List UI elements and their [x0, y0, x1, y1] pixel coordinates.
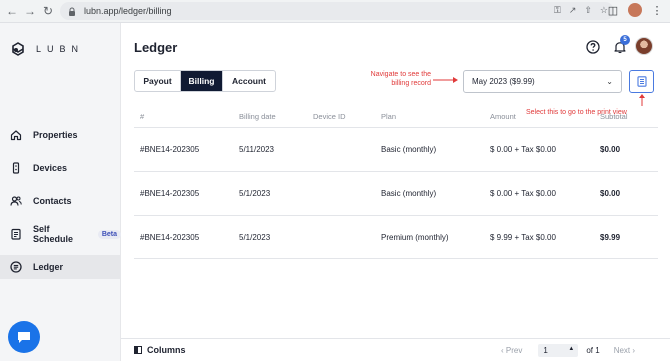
ledger-icon [9, 260, 23, 274]
cell-subtotal: $9.99 [600, 233, 621, 242]
column-header[interactable]: Plan [381, 112, 396, 121]
table-row[interactable]: #BNE14-202305 5/11/2023 Basic (monthly) … [134, 127, 658, 171]
column-header[interactable]: Amount [490, 112, 516, 121]
forward-icon[interactable]: → [22, 3, 38, 19]
sidebar-item-label: Ledger [33, 262, 64, 272]
beta-badge: Beta [97, 229, 121, 239]
columns-button[interactable]: Columns [134, 345, 186, 355]
columns-icon [134, 346, 142, 354]
reload-icon[interactable]: ↻ [40, 3, 56, 19]
print-view-button[interactable] [629, 70, 654, 93]
sidebar-item-label: Self Schedule [32, 224, 73, 244]
home-icon [9, 128, 23, 142]
logo-mark-icon [12, 42, 24, 56]
cell-plan: Basic (monthly) [381, 145, 437, 154]
open-external-icon[interactable]: ↗ [569, 5, 577, 16]
cell-subtotal: $0.00 [600, 145, 621, 154]
caret-up-icon[interactable]: ▲ [568, 346, 574, 352]
columns-label: Columns [147, 345, 186, 355]
column-header[interactable]: Device ID [313, 112, 346, 121]
cell-amount: $ 0.00 + Tax $0.00 [490, 189, 556, 198]
table-header: # Billing date Device ID Plan Amount Sub… [134, 110, 658, 126]
next-page-button[interactable]: Next › [614, 346, 635, 355]
profile-icon[interactable] [628, 3, 642, 17]
tab-payout[interactable]: Payout [135, 71, 181, 91]
url-text: lubn.app/ledger/billing [84, 6, 172, 16]
sidebar-item-ledger[interactable]: Ledger [0, 255, 121, 279]
calendar-icon [9, 227, 23, 241]
cell-subtotal: $0.00 [600, 189, 621, 198]
sidebar-item-devices[interactable]: Devices [0, 156, 121, 180]
page-count: of 1 [586, 346, 600, 355]
help-icon[interactable] [586, 40, 600, 54]
cell-id: #BNE14-202305 [140, 189, 200, 198]
back-icon[interactable]: ← [4, 3, 20, 19]
cell-date: 5/1/2023 [239, 233, 271, 242]
lock-icon [68, 6, 78, 16]
cell-id: #BNE14-202305 [140, 233, 200, 242]
people-icon [9, 194, 23, 208]
ledger-tabs: Payout Billing Account [134, 70, 276, 92]
document-icon [636, 76, 647, 87]
sidebar-item-label: Contacts [33, 196, 72, 206]
chat-bubble-icon [18, 332, 30, 343]
sidebar-item-label: Properties [33, 130, 78, 140]
address-bar-actions: ⚿ ↗ ⇧ ☆ [554, 5, 608, 16]
billing-period-select[interactable]: May 2023 ($9.99) ⌄ [463, 70, 622, 93]
table-row[interactable]: #BNE14-202305 5/1/2023 Premium (monthly)… [134, 215, 658, 259]
avatar[interactable] [635, 37, 653, 55]
billing-period-value: May 2023 ($9.99) [472, 77, 535, 86]
browser-toolbar: ← → ↻ lubn.app/ledger/billing ⚿ ↗ ⇧ ☆ ◫ … [0, 0, 670, 23]
sidebar-item-self-schedule[interactable]: Self Schedule Beta [0, 222, 121, 246]
table-row[interactable]: #BNE14-202305 5/1/2023 Basic (monthly) $… [134, 171, 658, 215]
sidebar-item-properties[interactable]: Properties [0, 123, 121, 147]
cell-date: 5/11/2023 [239, 145, 274, 154]
share-icon[interactable]: ⇧ [584, 5, 592, 16]
device-icon [9, 161, 23, 175]
sidebar-item-contacts[interactable]: Contacts [0, 189, 121, 213]
browser-nav: ← → ↻ [4, 3, 56, 19]
chevron-down-icon: ⌄ [606, 77, 613, 86]
logo[interactable]: LUBN [10, 41, 84, 57]
page-number-input[interactable]: 1 ▲ [538, 344, 579, 357]
cell-plan: Basic (monthly) [381, 189, 437, 198]
browser-actions: ◫ ⋮ [606, 3, 664, 17]
annotation-arrow-right-icon [433, 77, 458, 83]
prev-page-button[interactable]: ‹ Prev [501, 346, 522, 355]
navigate-annotation: Navigate to see the billing record [370, 71, 431, 87]
next-label: Next [613, 346, 631, 355]
column-header[interactable]: Subtotal [600, 112, 628, 121]
prev-label: Prev [505, 346, 523, 355]
logo-text: LUBN [36, 44, 85, 54]
main-content: Ledger 5 Payout Billing Account Navigate… [121, 23, 670, 361]
sidebar: LUBN Properties Devices Contacts Self Sc… [0, 23, 121, 361]
cell-id: #BNE14-202305 [140, 145, 200, 154]
page-number-value: 1 [543, 346, 548, 355]
cell-amount: $ 0.00 + Tax $0.00 [490, 145, 556, 154]
notification-badge: 5 [620, 35, 630, 45]
annotation-arrow-up-icon [639, 94, 645, 106]
column-header[interactable]: Billing date [239, 112, 276, 121]
chat-button[interactable] [8, 321, 40, 353]
sidepanel-icon[interactable]: ◫ [606, 3, 620, 17]
table-footer: Columns ‹ Prev 1 ▲ of 1 Next › [121, 338, 670, 361]
page-title: Ledger [134, 40, 178, 55]
cell-date: 5/1/2023 [239, 189, 271, 198]
menu-kebab-icon[interactable]: ⋮ [650, 3, 664, 17]
cell-amount: $ 9.99 + Tax $0.00 [490, 233, 556, 242]
address-bar[interactable]: lubn.app/ledger/billing ⚿ ↗ ⇧ ☆ [60, 2, 614, 20]
tab-account[interactable]: Account [223, 71, 275, 91]
cell-plan: Premium (monthly) [381, 233, 449, 242]
pagination: ‹ Prev 1 ▲ of 1 Next › [501, 344, 635, 357]
column-header[interactable]: # [140, 112, 144, 121]
key-icon[interactable]: ⚿ [554, 5, 561, 16]
sidebar-item-label: Devices [33, 163, 68, 173]
tab-billing[interactable]: Billing [181, 71, 223, 91]
